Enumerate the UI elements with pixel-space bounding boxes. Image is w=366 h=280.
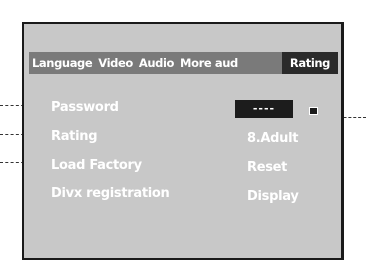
- load-factory-value[interactable]: Reset: [247, 160, 287, 176]
- setup-menu-panel: Language Video Audio More aud Rating Pas…: [22, 22, 344, 260]
- tab-rating[interactable]: Rating: [281, 52, 338, 74]
- password-label: Password: [51, 100, 119, 115]
- load-factory-label: Load Factory: [51, 158, 142, 173]
- tab-audio[interactable]: Audio: [136, 52, 177, 74]
- divx-registration-label: Divx registration: [51, 186, 170, 201]
- tab-video[interactable]: Video: [95, 52, 136, 74]
- tab-language[interactable]: Language: [29, 52, 95, 74]
- menu-tab-bar: Language Video Audio More aud Rating: [29, 52, 338, 74]
- rating-value[interactable]: 8.Adult: [247, 131, 298, 147]
- tab-more-audio[interactable]: More aud: [177, 52, 241, 74]
- password-field[interactable]: ----: [235, 100, 293, 118]
- rating-label: Rating: [51, 129, 98, 144]
- lock-icon: [309, 107, 318, 115]
- divx-registration-value[interactable]: Display: [247, 189, 299, 205]
